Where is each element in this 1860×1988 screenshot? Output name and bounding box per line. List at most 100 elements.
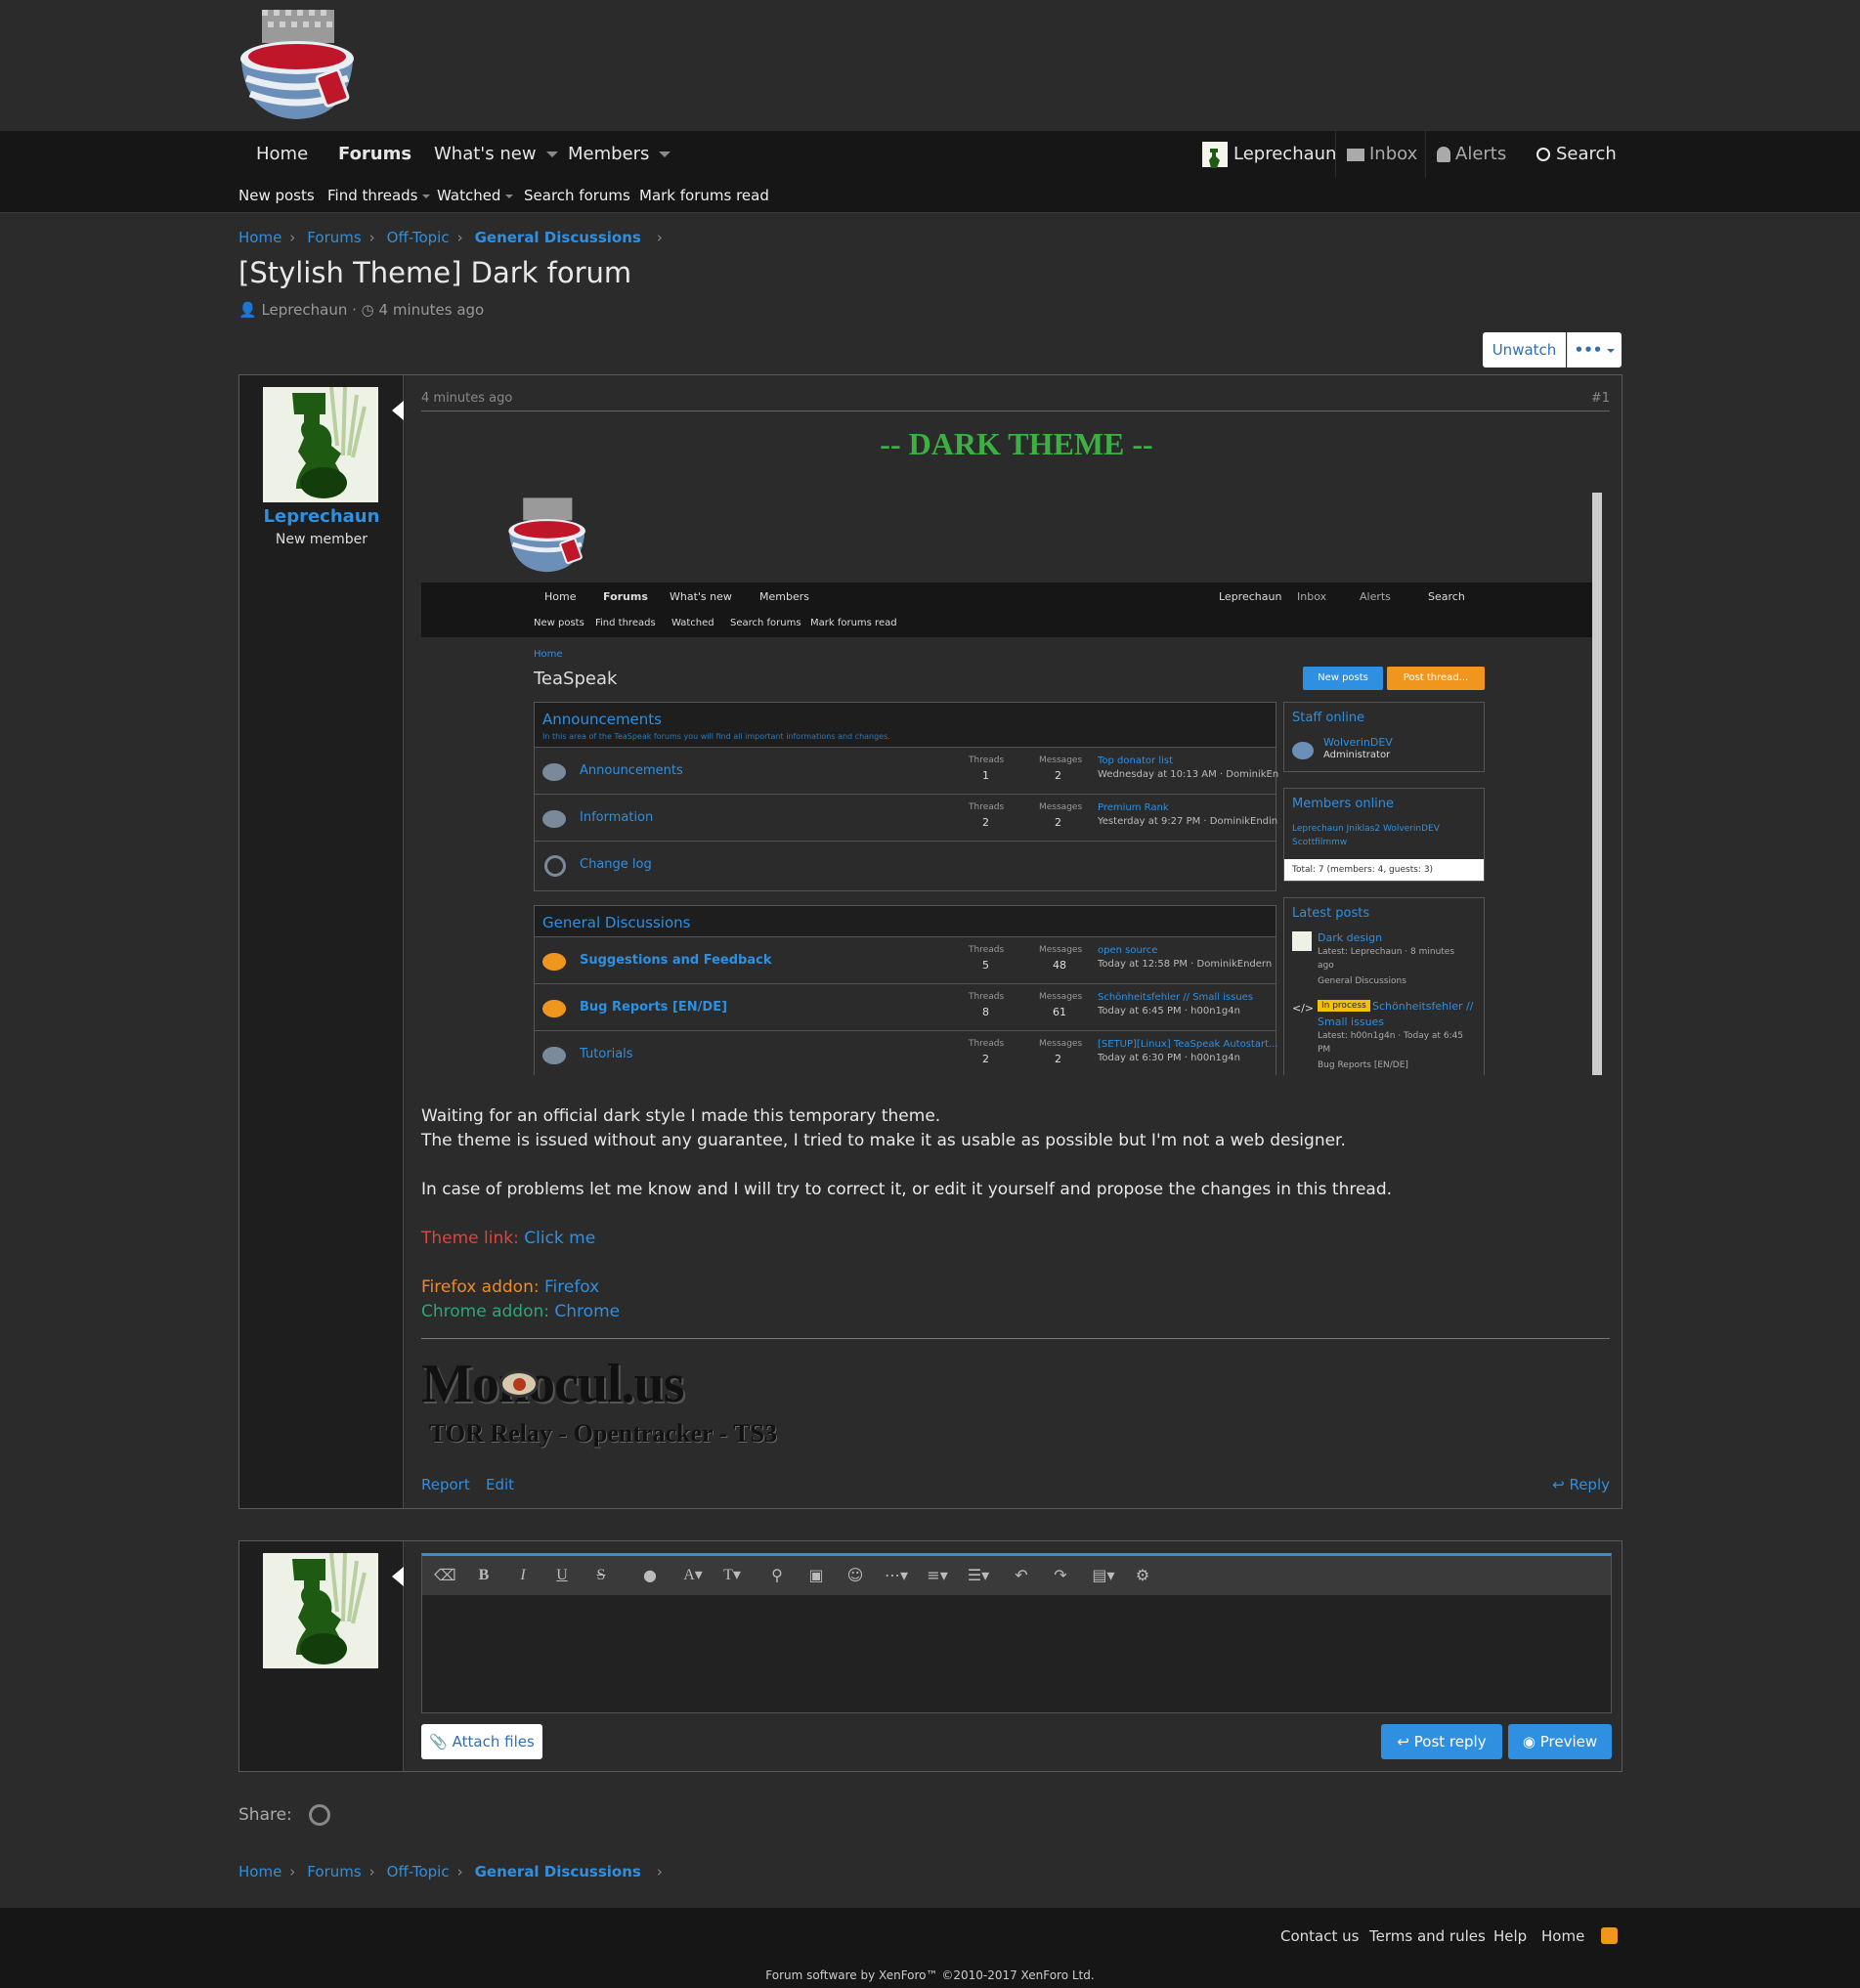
nav-inbox[interactable]: Inbox [1347,131,1417,178]
s-threads-label: Threads [969,1039,1005,1049]
footer-home[interactable]: Home [1541,1927,1584,1945]
firefox-link[interactable]: Firefox [544,1277,599,1297]
breadcrumb-off-topic[interactable]: Off-Topic [387,1863,450,1880]
breadcrumb-forums[interactable]: Forums [307,1863,361,1880]
link-icon[interactable] [309,1804,331,1826]
breadcrumb-general-discussions[interactable]: General Discussions [475,229,641,246]
avatar[interactable] [263,387,378,502]
thread-time[interactable]: 4 minutes ago [379,301,485,319]
more-icon[interactable]: ⋯▾ [882,1566,911,1585]
chrome-line: Chrome addon: Chrome [421,1300,1612,1324]
post-username[interactable]: Leprechaun [239,506,404,527]
nav-whats-new[interactable]: What's new [434,131,558,178]
chat-bubble-icon [542,810,566,828]
sub-nav: New posts Find threads Watched Search fo… [0,178,1860,213]
s-latest-post-title: Dark design [1318,931,1383,944]
redo-icon[interactable]: ↷ [1050,1566,1071,1585]
s-last-post: [SETUP][Linux] TeaSpeak Autostart... [1098,1039,1278,1050]
nav-user[interactable]: Leprechaun [1202,131,1336,178]
nav-members[interactable]: Members [568,131,671,178]
subnav-watched[interactable]: Watched [437,178,514,213]
image-icon[interactable]: ▣ [805,1566,827,1585]
s-subnav: Find threads [595,618,656,628]
reply-link[interactable]: ↩ Reply [1552,1476,1610,1493]
list-icon[interactable]: ☰▾ [964,1566,993,1585]
rss-icon[interactable] [1601,1927,1618,1944]
chevron-down-icon[interactable] [545,151,558,157]
footer-contact-us[interactable]: Contact us [1280,1927,1359,1945]
footer-help[interactable]: Help [1493,1927,1527,1945]
font-family-icon[interactable]: T▾ [717,1566,747,1585]
chevron-down-icon[interactable] [659,151,671,157]
chevron-down-icon[interactable] [422,194,431,198]
gear-icon[interactable]: ⚙ [1132,1566,1153,1585]
chrome-link[interactable]: Chrome [554,1302,620,1321]
align-icon[interactable]: ≡▾ [923,1566,952,1585]
subnav-new-posts[interactable]: New posts [238,178,315,213]
post-time[interactable]: 4 minutes ago [421,391,512,406]
italic-icon[interactable]: I [512,1566,534,1585]
post-reply-label: Post reply [1413,1733,1487,1750]
s-forum-row: Bug Reports [EN/DE] Threads 8 Messages 6… [535,984,1276,1031]
color-drop-icon[interactable]: ● [639,1566,661,1585]
chevron-right-icon: › [368,1863,375,1880]
s-subnav: Watched [671,618,714,628]
unwatch-button[interactable]: Unwatch [1483,332,1566,367]
s-latest-post-title: Small issues [1318,1016,1385,1028]
post-reply-button[interactable]: ↩ Post reply [1381,1724,1502,1759]
report-link[interactable]: Report [421,1476,470,1493]
nav-home[interactable]: Home [256,131,308,178]
breadcrumb-home[interactable]: Home [238,1863,281,1880]
nav-search[interactable]: Search [1536,131,1617,178]
chevron-right-icon: › [456,1863,463,1880]
s-last-meta: Today at 6:30 PM · h00n1g4n [1098,1053,1240,1063]
thread-author[interactable]: Leprechaun [261,301,347,319]
save-draft-icon[interactable]: ▤▾ [1089,1566,1118,1585]
signature-title: Monocul.us [421,1354,684,1414]
underline-icon[interactable]: U [551,1566,573,1585]
s-latest-post-meta: Latest: h00n1g4n · Today at 6:45 [1318,1031,1464,1041]
chevron-right-icon: › [656,1863,663,1880]
bold-icon[interactable]: B [473,1566,495,1585]
link-icon[interactable]: ⚲ [766,1566,788,1585]
breadcrumb-home[interactable]: Home [238,229,281,246]
more-options-button[interactable]: ••• [1567,332,1622,367]
nav-alerts[interactable]: Alerts [1437,131,1506,178]
smiley-icon[interactable]: ☺ [844,1566,866,1585]
breadcrumb-forums[interactable]: Forums [307,229,361,246]
footer-copyright: Forum software by XenForo™ ©2010-2017 Xe… [765,1968,1095,1982]
strikethrough-icon[interactable]: S [590,1566,612,1585]
s-last-meta: Yesterday at 9:27 PM · DominikEndin [1098,816,1278,827]
subnav-find-threads[interactable]: Find threads [327,178,431,213]
post-number[interactable]: #1 [1591,391,1610,406]
breadcrumb-off-topic[interactable]: Off-Topic [387,229,450,246]
site-footer: Contact us Terms and rules Help Home For… [0,1908,1860,1988]
s-last-post: open source [1098,945,1158,956]
attach-files-button[interactable]: 📎 Attach files [421,1724,542,1759]
teaspeak-logo[interactable] [238,8,360,123]
eraser-icon[interactable]: ⌫ [434,1566,456,1585]
nav-forums[interactable]: Forums [338,131,411,178]
footer-terms[interactable]: Terms and rules [1369,1927,1486,1945]
theme-link[interactable]: Click me [524,1229,595,1248]
s-latest-post-meta: PM [1318,1045,1331,1055]
divider [1425,131,1426,178]
preview-button[interactable]: ◉ Preview [1508,1724,1612,1759]
s-forum-name: Suggestions and Feedback [580,953,772,968]
nav-label: Forums [338,144,412,164]
undo-icon[interactable]: ↶ [1011,1566,1032,1585]
subnav-mark-forums-read[interactable]: Mark forums read [639,178,769,213]
post-heading: -- DARK THEME -- [880,426,1153,461]
s-last-post: Premium Rank [1098,802,1169,813]
chevron-down-icon[interactable] [505,194,514,198]
subnav-search-forums[interactable]: Search forums [524,178,630,213]
editor-textarea[interactable] [422,1595,1611,1712]
edit-link[interactable]: Edit [486,1476,514,1493]
avatar [1202,142,1228,168]
nav-user-label: Leprechaun [1233,144,1337,164]
s-latest-post-meta: ago [1318,961,1334,971]
font-size-icon[interactable]: A▾ [678,1566,708,1585]
reply-sidebar [239,1541,404,1771]
breadcrumb-general-discussions[interactable]: General Discussions [475,1863,641,1880]
s-title: TeaSpeak [534,669,618,689]
